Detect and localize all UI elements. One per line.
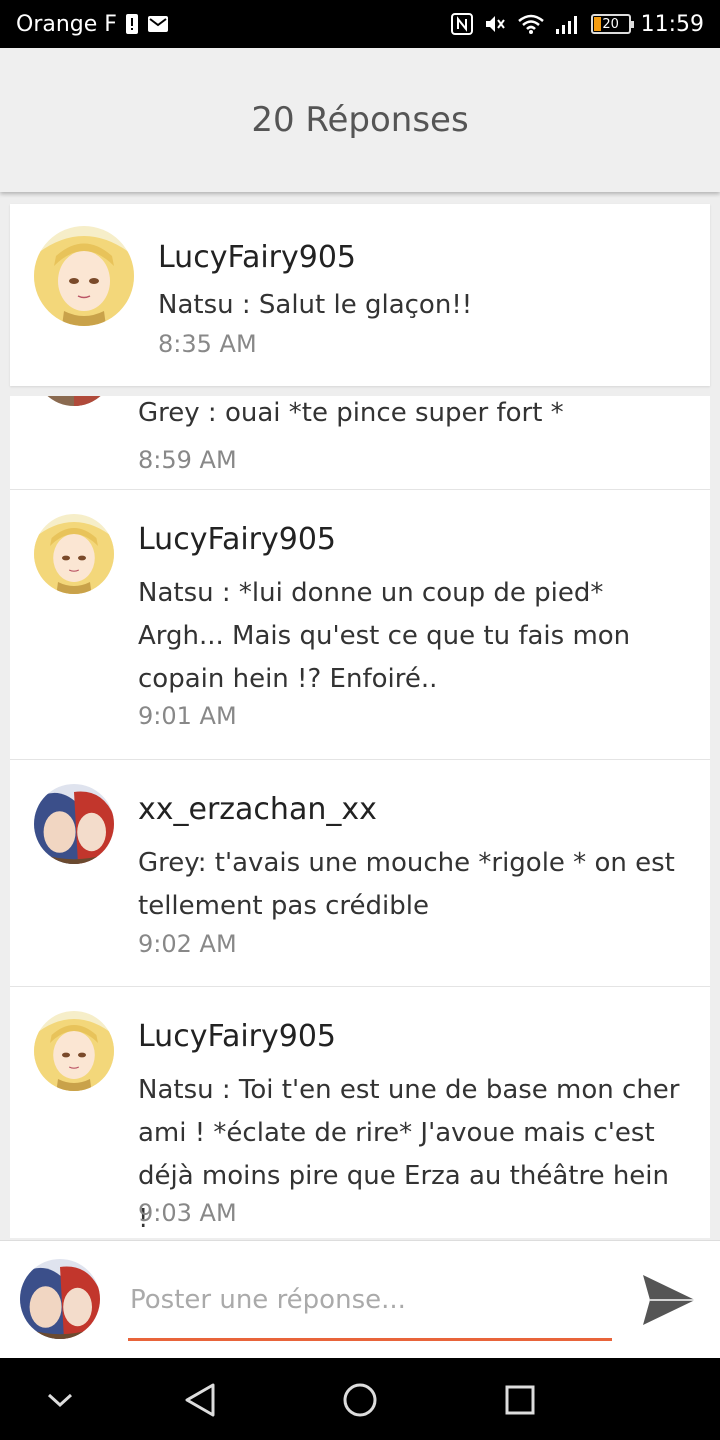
avatar[interactable]: [34, 1011, 114, 1091]
page-title: 20 Réponses: [251, 100, 469, 140]
list-item[interactable]: xx_erzachan_xx Grey: t'avais une mouche …: [10, 760, 710, 987]
original-post-card[interactable]: LucyFairy905 Natsu : Salut le glaçon!! 8…: [10, 204, 710, 386]
blonde-character-avatar: [34, 514, 114, 594]
carrier-label: Orange F: [16, 11, 117, 37]
page-header: 20 Réponses: [0, 48, 720, 192]
reply-author[interactable]: xx_erzachan_xx: [138, 792, 377, 827]
list-item[interactable]: LucyFairy905 Natsu : Toi t'en est une de…: [10, 987, 710, 1238]
send-icon: [643, 1275, 695, 1325]
battery-level: 20: [602, 16, 619, 32]
grey-erza-avatar: [34, 396, 114, 406]
collapse-chevron-icon[interactable]: [38, 1378, 82, 1422]
avatar[interactable]: [34, 784, 114, 864]
grey-erza-avatar: [34, 784, 114, 864]
reply-author[interactable]: LucyFairy905: [138, 1019, 336, 1054]
reply-input-wrapper: [128, 1271, 612, 1341]
battery-icon: 20: [590, 14, 634, 34]
status-bar: Orange F 20 11:59: [0, 0, 720, 48]
reply-message: Natsu : *lui donne un coup de pied* Argh…: [138, 578, 631, 694]
clock: 11:59: [640, 11, 704, 37]
original-post-author[interactable]: LucyFairy905: [158, 240, 356, 275]
avatar[interactable]: [20, 1259, 100, 1339]
original-post-message: Natsu : Salut le glaçon!!: [158, 290, 473, 320]
blonde-character-avatar: [34, 226, 134, 326]
list-item[interactable]: Grey : ouai *te pince super fort * 8:59 …: [10, 396, 710, 490]
sim-alert-icon: [125, 13, 139, 35]
reply-time: 9:03 AM: [138, 1199, 237, 1227]
home-icon[interactable]: [338, 1378, 382, 1422]
avatar[interactable]: [34, 226, 134, 326]
status-right: 20 11:59: [450, 11, 704, 37]
blonde-character-avatar: [34, 1011, 114, 1091]
list-item[interactable]: LucyFairy905 Natsu : *lui donne un coup …: [10, 490, 710, 760]
reply-message: Grey: t'avais une mouche *rigole * on es…: [138, 848, 675, 921]
mail-icon: [147, 15, 169, 33]
reply-message: Grey : ouai *te pince super fort *: [138, 398, 564, 428]
recents-icon[interactable]: [498, 1378, 542, 1422]
signal-icon: [555, 13, 581, 35]
reply-composer: [0, 1240, 720, 1358]
back-icon[interactable]: [178, 1378, 222, 1422]
status-left: Orange F: [16, 12, 169, 37]
grey-erza-avatar: [20, 1259, 100, 1339]
system-nav-bar: [0, 1358, 720, 1440]
wifi-icon: [517, 13, 545, 35]
replies-list[interactable]: Grey : ouai *te pince super fort * 8:59 …: [10, 396, 710, 1238]
reply-input[interactable]: [128, 1271, 612, 1329]
nfc-icon: [450, 13, 473, 35]
reply-time: 9:01 AM: [138, 702, 237, 730]
reply-author[interactable]: LucyFairy905: [138, 522, 336, 557]
send-button[interactable]: [640, 1271, 698, 1329]
original-post-time: 8:35 AM: [158, 330, 257, 358]
mute-icon: [483, 13, 507, 35]
battery-fill: [593, 17, 601, 31]
reply-time: 9:02 AM: [138, 930, 237, 958]
reply-time: 8:59 AM: [138, 446, 237, 474]
avatar[interactable]: [34, 514, 114, 594]
avatar[interactable]: [34, 396, 114, 406]
